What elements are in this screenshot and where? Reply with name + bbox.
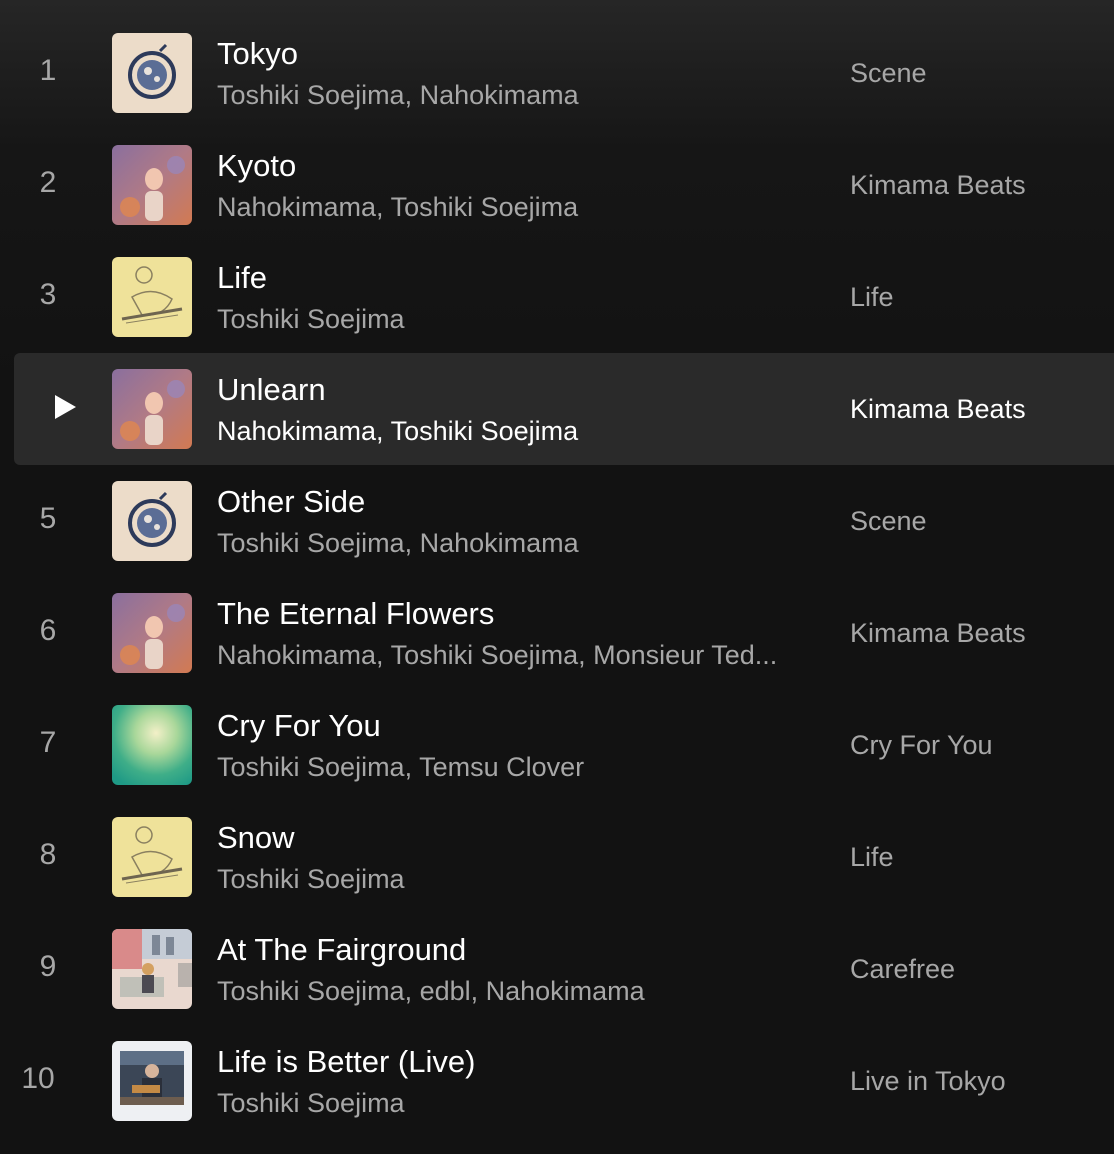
track-row[interactable]: 6 The Eternal Flowers Nahokimama, Toshik… — [0, 577, 1114, 689]
track-album[interactable]: Life — [850, 840, 894, 874]
track-number: 3 — [39, 278, 57, 311]
track-artists[interactable]: Toshiki Soejima — [217, 1086, 405, 1120]
life-cover-icon — [112, 257, 192, 337]
track-row[interactable]: 1 Tokyo Toshiki Soejima, Nahokimama Scen… — [0, 17, 1114, 129]
track-title[interactable]: Tokyo — [217, 35, 298, 73]
track-title[interactable]: Life is Better (Live) — [217, 1043, 475, 1081]
track-row[interactable]: 5 Other Side Toshiki Soejima, Nahokimama… — [0, 465, 1114, 577]
track-row[interactable]: 7 Cry For You Toshiki Soejima, Temsu Clo… — [0, 689, 1114, 801]
track-number: 8 — [39, 838, 57, 871]
scene-cover-icon — [112, 33, 192, 113]
track-number: 7 — [39, 726, 57, 759]
kimama-beats-cover-icon — [112, 145, 192, 225]
track-number: 10 — [21, 1062, 55, 1095]
track-title[interactable]: At The Fairground — [217, 931, 466, 969]
kimama-beats-cover-icon — [112, 369, 192, 449]
track-title[interactable]: Unlearn — [217, 371, 326, 409]
scene-cover-icon — [112, 481, 192, 561]
track-artists[interactable]: Toshiki Soejima, Nahokimama — [217, 78, 579, 112]
track-album[interactable]: Kimama Beats — [850, 168, 1026, 202]
track-row[interactable]: 9 At The Fairground Toshiki Soejima, edb… — [0, 913, 1114, 1025]
track-album[interactable]: Live in Tokyo — [850, 1064, 1006, 1098]
track-album[interactable]: Scene — [850, 504, 927, 538]
track-artists[interactable]: Nahokimama, Toshiki Soejima — [217, 190, 578, 224]
track-artists[interactable]: Toshiki Soejima, Nahokimama — [217, 526, 579, 560]
carefree-cover-icon — [112, 929, 192, 1009]
track-row[interactable]: 2 Kyoto Nahokimama, Toshiki Soejima Kima — [0, 129, 1114, 241]
track-title[interactable]: Other Side — [217, 483, 365, 521]
track-artists[interactable]: Toshiki Soejima, Temsu Clover — [217, 750, 584, 784]
track-title[interactable]: Kyoto — [217, 147, 296, 185]
track-number: 2 — [39, 166, 57, 199]
track-row[interactable]: 8 Snow Toshiki Soejima Life — [0, 801, 1114, 913]
track-row[interactable]: 3 Life Toshiki Soejima Life — [0, 241, 1114, 353]
play-icon[interactable] — [55, 395, 76, 419]
live-in-tokyo-cover-icon — [112, 1041, 192, 1121]
track-title[interactable]: Snow — [217, 819, 295, 857]
cry-for-you-cover-icon — [112, 705, 192, 785]
track-title[interactable]: Life — [217, 259, 267, 297]
track-row-now-playing[interactable]: Unlearn Nahokimama, Toshiki Soejima Kima… — [0, 353, 1114, 465]
track-album[interactable]: Cry For You — [850, 728, 993, 762]
track-album[interactable]: Kimama Beats — [850, 616, 1026, 650]
kimama-beats-cover-icon — [112, 593, 192, 673]
track-artists[interactable]: Nahokimama, Toshiki Soejima — [217, 414, 578, 448]
track-row[interactable]: 10 Life is Better (Live) Toshiki Soejima… — [0, 1025, 1114, 1137]
track-artists[interactable]: Toshiki Soejima, edbl, Nahokimama — [217, 974, 645, 1008]
life-cover-icon — [112, 817, 192, 897]
track-list: 1 Tokyo Toshiki Soejima, Nahokimama Scen… — [0, 17, 1114, 1137]
track-album[interactable]: Carefree — [850, 952, 955, 986]
track-album[interactable]: Kimama Beats — [850, 392, 1026, 426]
track-album[interactable]: Scene — [850, 56, 927, 90]
track-number: 6 — [39, 614, 57, 647]
track-title[interactable]: Cry For You — [217, 707, 381, 745]
track-number: 1 — [39, 54, 57, 87]
track-number: 5 — [39, 502, 57, 535]
track-artists[interactable]: Toshiki Soejima — [217, 302, 405, 336]
track-artists[interactable]: Toshiki Soejima — [217, 862, 405, 896]
track-artists[interactable]: Nahokimama, Toshiki Soejima, Monsieur Te… — [217, 638, 777, 672]
track-album[interactable]: Life — [850, 280, 894, 314]
track-number: 9 — [39, 950, 57, 983]
track-title[interactable]: The Eternal Flowers — [217, 595, 494, 633]
